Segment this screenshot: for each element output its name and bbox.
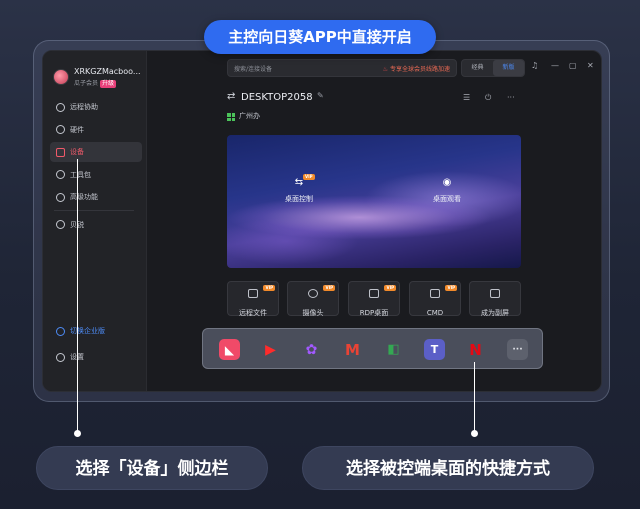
- caption-select-devices: 选择「设备」侧边栏: [36, 446, 268, 490]
- sidebar-item-devices[interactable]: 设备: [50, 142, 142, 163]
- device-name: DESKTOP2058: [241, 92, 313, 103]
- sidebar-item-remote-assist[interactable]: 远程协助: [50, 97, 142, 117]
- rdp-desktop-button[interactable]: VIP RDP桌面: [348, 281, 400, 317]
- sidebar: XRKGZMacboo... 瓜子会员 升级 远程协助 硬件 设备 工具包 高级功…: [43, 51, 147, 391]
- promo-link[interactable]: ♨ 专享全球会员线路加速: [383, 64, 450, 73]
- sidebar-item-label: 工具包: [70, 170, 91, 179]
- settings-button[interactable]: 设置: [50, 347, 142, 367]
- remote-assist-icon: [56, 102, 65, 112]
- member-status: 瓜子会员 升级: [74, 78, 117, 88]
- camera-icon: [308, 289, 318, 298]
- action-label: RDP桌面: [359, 309, 389, 317]
- desktop-preview: ⇆ VIP 桌面控制 ◉ 桌面观看: [227, 135, 521, 268]
- eye-icon: ◉: [442, 177, 452, 188]
- sidebar-item-label: 远程协助: [70, 103, 98, 111]
- teams-app-icon[interactable]: T: [424, 339, 445, 360]
- caption-select-shortcut: 选择被控端桌面的快捷方式: [302, 446, 594, 490]
- user-name: XRKGZMacboo...: [74, 67, 141, 76]
- action-label: 成为副屏: [481, 309, 509, 317]
- windows-logo-icon: [227, 113, 235, 121]
- nav-divider: [54, 209, 134, 211]
- remote-file-button[interactable]: VIP 远程文件: [227, 281, 279, 317]
- edit-icon[interactable]: ✎: [317, 91, 324, 100]
- sidebar-item-toolkit[interactable]: 工具包: [50, 165, 142, 185]
- hardware-icon: [56, 125, 65, 135]
- toolkit-icon: [56, 170, 65, 180]
- gear-icon: [56, 352, 65, 362]
- cmd-button[interactable]: VIP CMD: [409, 281, 461, 317]
- vip-badge: VIP: [323, 285, 335, 291]
- upgrade-badge[interactable]: 升级: [100, 80, 117, 88]
- sidebar-item-label: 高级功能: [70, 193, 98, 202]
- sidebar-bottom: 切换企业版 设置: [50, 321, 142, 373]
- terminal-icon: [430, 289, 440, 298]
- close-icon[interactable]: ✕: [587, 61, 594, 70]
- power-icon[interactable]: ⏻: [485, 93, 491, 103]
- sidebar-nav: 远程协助 硬件 设备 工具包 高级功能 贝锐: [50, 97, 142, 238]
- swap-icon[interactable]: ⇄: [227, 91, 235, 102]
- oray-icon: [56, 220, 65, 230]
- switch-enterprise-button[interactable]: 切换企业版: [50, 321, 142, 341]
- figma-app-icon[interactable]: ✿: [301, 339, 322, 360]
- enterprise-label: 切换企业版: [70, 327, 105, 335]
- vip-badge: VIP: [303, 174, 315, 180]
- mode-classic-button[interactable]: 经典: [462, 60, 493, 76]
- left-callout-dot: [74, 430, 81, 437]
- youtube-app-icon[interactable]: ▶: [260, 339, 281, 360]
- action-label: 摄像头: [302, 309, 324, 317]
- left-callout-line: [77, 159, 78, 432]
- folder-icon: [248, 289, 258, 298]
- secondary-screen-button[interactable]: 成为副屏: [469, 281, 521, 317]
- more-icon[interactable]: ···: [507, 93, 515, 102]
- minimize-icon[interactable]: —: [551, 61, 559, 70]
- desktop-view-label: 桌面观看: [433, 195, 461, 203]
- avatar[interactable]: [53, 69, 69, 85]
- desktop-view-button[interactable]: ◉ 桌面观看: [421, 177, 473, 204]
- right-callout-line: [474, 362, 475, 432]
- maximize-icon[interactable]: ▢: [569, 61, 577, 70]
- shortcut-dock: ◣ ▶ ✿ M ◧ T N ···: [202, 328, 543, 369]
- monitor-icon: [56, 147, 65, 157]
- right-callout-dot: [471, 430, 478, 437]
- mode-toggle: 经典 新版: [461, 59, 525, 77]
- sidebar-item-oray[interactable]: 贝锐: [50, 215, 142, 235]
- desktop-control-label: 桌面控制: [285, 195, 313, 203]
- enterprise-icon: [56, 326, 65, 336]
- flame-icon: ♨: [382, 66, 388, 73]
- camera-button[interactable]: VIP 摄像头: [287, 281, 339, 317]
- action-label: CMD: [426, 309, 444, 317]
- sidebar-item-advanced[interactable]: 高级功能: [50, 187, 142, 207]
- remote-control-icon: ⇆: [294, 177, 304, 188]
- search-placeholder: 搜索/连接设备: [234, 66, 273, 73]
- desktop-control-button[interactable]: ⇆ VIP 桌面控制: [273, 174, 325, 204]
- mode-new-button[interactable]: 新版: [493, 60, 524, 76]
- promo-text: 专享全球会员线路加速: [389, 66, 450, 73]
- search-input[interactable]: 搜索/连接设备 ♨ 专享全球会员线路加速: [227, 59, 457, 77]
- device-location: 广州办: [239, 112, 260, 120]
- screens-icon: [490, 289, 500, 298]
- vip-badge: VIP: [445, 285, 457, 291]
- vip-badge: VIP: [263, 285, 275, 291]
- top-banner: 主控向日葵APP中直接开启: [204, 20, 436, 54]
- action-label: 远程文件: [239, 309, 267, 317]
- advanced-icon: [56, 192, 65, 202]
- sunlogin-app-icon[interactable]: ◣: [219, 339, 240, 360]
- meet-app-icon[interactable]: ◧: [383, 339, 404, 360]
- netflix-app-icon[interactable]: N: [465, 339, 486, 360]
- member-label: 瓜子会员: [74, 80, 99, 87]
- bell-icon[interactable]: ♫: [531, 61, 538, 70]
- gmail-app-icon[interactable]: M: [342, 339, 363, 360]
- rdp-icon: [369, 289, 379, 298]
- sidebar-item-label: 设备: [70, 148, 84, 157]
- sidebar-item-label: 硬件: [70, 125, 84, 134]
- list-icon[interactable]: ☰: [463, 93, 470, 102]
- user-profile[interactable]: XRKGZMacboo... 瓜子会员 升级: [51, 67, 147, 89]
- sidebar-item-hardware[interactable]: 硬件: [50, 120, 142, 140]
- more-apps-button[interactable]: ···: [507, 339, 528, 360]
- action-buttons: VIP 远程文件 VIP 摄像头 VIP RDP桌面 VIP CMD 成为副屏: [227, 281, 521, 317]
- vip-badge: VIP: [384, 285, 396, 291]
